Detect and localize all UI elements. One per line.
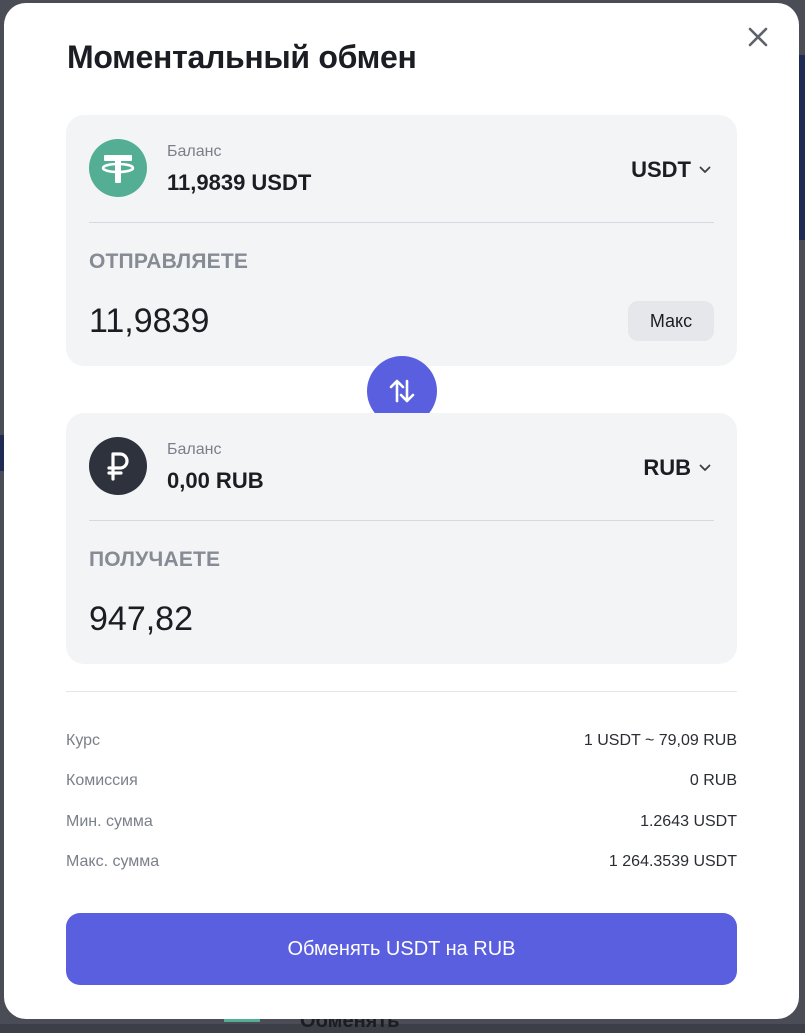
balance-value: 11,9839 USDT [167, 170, 312, 195]
receive-amount: 947,82 [89, 600, 193, 638]
direction-label: ПОЛУЧАЕТЕ [89, 548, 221, 571]
exchange-submit-button[interactable]: Обменять USDT на RUB [66, 913, 737, 985]
tether-icon [89, 139, 147, 197]
close-button[interactable] [744, 23, 772, 51]
max-amount-value: 1 264.3539 USDT [608, 853, 737, 870]
balance-value: 0,00 RUB [167, 468, 264, 493]
balance-label: Баланс [167, 441, 222, 458]
max-amount-label: Макс. сумма [66, 853, 160, 870]
section-divider [66, 691, 737, 692]
close-icon [748, 27, 768, 47]
modal-title: Моментальный обмен [67, 39, 417, 75]
min-amount-value: 1.2643 USDT [640, 813, 737, 830]
background-strip [799, 55, 805, 240]
currency-label: USDT [631, 157, 691, 182]
receive-currency-select[interactable]: RUB [643, 455, 711, 481]
swap-arrows-icon [389, 379, 415, 403]
card-divider [89, 222, 714, 223]
exchange-modal: Моментальный обмен Баланс 11,9839 USDT U… [4, 3, 799, 1019]
direction-label: ОТПРАВЛЯЕТЕ [89, 250, 249, 273]
rate-row: Курс 1 USDT ~ 79,09 RUB [66, 729, 737, 753]
max-amount-row: Макс. сумма 1 264.3539 USDT [66, 850, 737, 874]
send-amount-input[interactable]: 11,9839 [89, 302, 209, 341]
rate-value: 1 USDT ~ 79,09 RUB [583, 732, 737, 749]
min-amount-row: Мин. сумма 1.2643 USDT [66, 810, 737, 834]
chevron-down-icon [699, 464, 711, 471]
rate-label: Курс [66, 732, 101, 749]
receive-card: Баланс 0,00 RUB RUB ПОЛУЧАЕТЕ 947,82 [66, 413, 737, 664]
currency-label: RUB [643, 455, 691, 480]
send-currency-select[interactable]: USDT [631, 157, 711, 183]
card-divider [89, 520, 714, 521]
fee-row: Комиссия 0 RUB [66, 769, 737, 793]
send-card: Баланс 11,9839 USDT USDT ОТПРАВЛЯЕТЕ 11,… [66, 115, 737, 366]
balance-label: Баланс [167, 143, 222, 160]
fee-value: 0 RUB [689, 772, 737, 789]
min-amount-label: Мин. сумма [66, 813, 153, 830]
chevron-down-icon [699, 166, 711, 173]
max-button[interactable]: Макс [628, 301, 714, 341]
fee-label: Комиссия [66, 772, 138, 789]
ruble-icon [89, 437, 147, 495]
